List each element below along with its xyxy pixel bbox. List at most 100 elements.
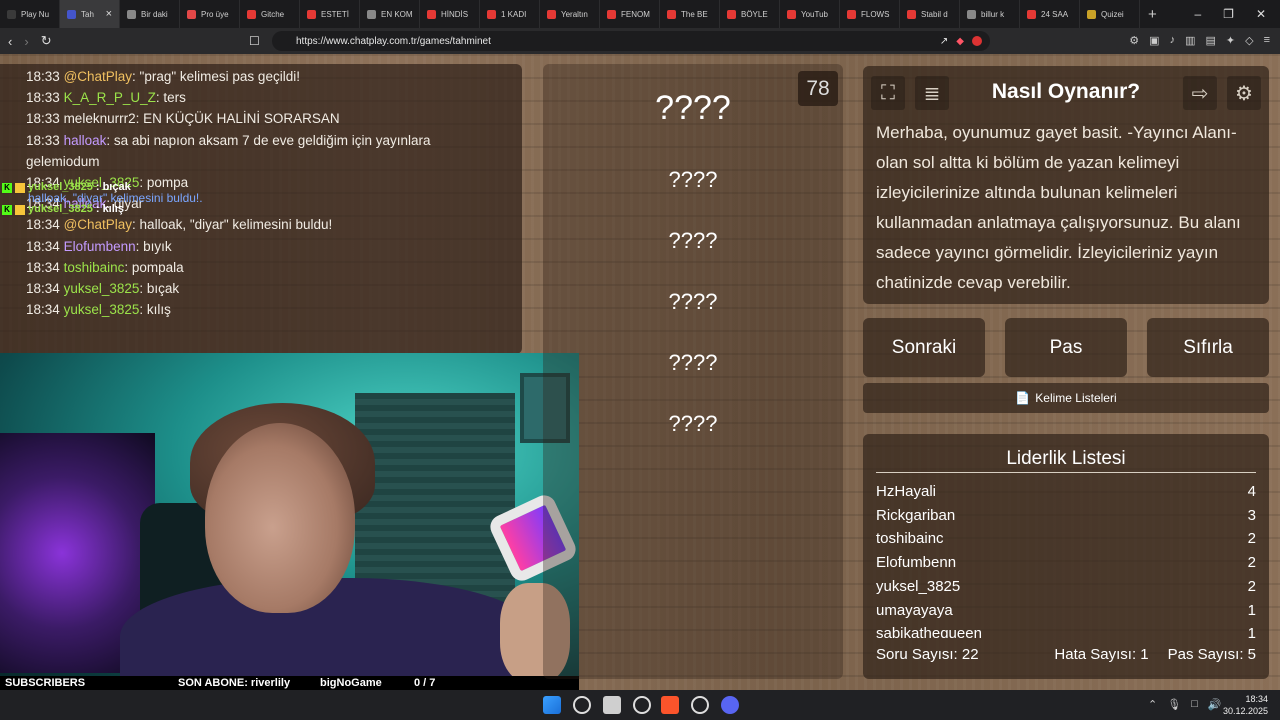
forbidden-word: ???? <box>668 228 718 253</box>
stream-info-bar: SUBSCRIBERS SON ABONE: riverlily bigNoGa… <box>0 676 579 690</box>
network-icon[interactable]: □ <box>1191 698 1198 711</box>
tab-label: FENOM <box>621 9 650 19</box>
tab-favicon-icon <box>7 9 16 19</box>
brave-icon[interactable] <box>661 696 679 714</box>
browser-tab[interactable]: EN KOM <box>360 0 420 28</box>
tab-label: Yeraltın <box>561 9 588 19</box>
browser-tab[interactable]: Bir daki <box>120 0 180 28</box>
settings-gear-icon[interactable]: ⚙ <box>1227 76 1261 110</box>
brave-shield-icon[interactable]: ◆ <box>956 36 964 47</box>
chat-username[interactable]: yuksel_3825 <box>64 281 140 296</box>
microphone-icon[interactable]: 🎙 <box>1167 698 1181 711</box>
browser-tab[interactable]: Stabil d <box>900 0 960 28</box>
forward-icon[interactable]: › <box>24 34 28 49</box>
minimize-icon[interactable]: – <box>1194 7 1201 21</box>
chat-message: 18:34 @ChatPlay: halloak, "diyar" kelime… <box>26 214 496 235</box>
media-icon[interactable]: ♪ <box>1170 34 1176 47</box>
browser-tab[interactable]: Play Nu <box>0 0 60 28</box>
tab-favicon-icon <box>1087 9 1096 19</box>
url-field[interactable]: https://www.chatplay.com.tr/games/tahmin… <box>272 31 990 51</box>
browser-tab[interactable]: Yeraltın <box>540 0 600 28</box>
browser-tab[interactable]: Gitche <box>240 0 300 28</box>
tab-favicon-icon <box>127 9 136 19</box>
bookmark-icon[interactable]: ☐ <box>249 34 260 48</box>
menu-icon[interactable]: ≡ <box>1264 34 1270 47</box>
forbidden-word: ???? <box>668 289 718 314</box>
how-to-play-text: Merhaba, oyunumuz gayet basit. -Yayıncı … <box>876 123 1241 292</box>
browser-tab[interactable]: billur k <box>960 0 1020 28</box>
search-icon[interactable] <box>573 696 591 714</box>
chat-username[interactable]: halloak <box>64 133 107 148</box>
share-icon[interactable]: ↗ <box>940 36 948 47</box>
chatgpt-icon[interactable] <box>633 696 651 714</box>
pass-button[interactable]: Pas <box>1005 318 1127 377</box>
tab-label: Quizei <box>1101 9 1124 19</box>
tab-label: EN KOM <box>381 9 413 19</box>
leaderboard-row: umayayaya 1 <box>876 599 1256 623</box>
chat-message: 18:33 K_A_R_P_U_Z: ters <box>26 87 496 108</box>
player-name: yuksel_3825 <box>876 577 961 595</box>
browser-tab[interactable]: BÖYLE <box>720 0 780 28</box>
close-window-icon[interactable]: ✕ <box>1256 7 1266 21</box>
face <box>205 423 355 613</box>
screenshot-icon[interactable]: ▣ <box>1149 34 1159 47</box>
reset-button[interactable]: Sıfırla <box>1147 318 1269 377</box>
chat-text: : "prag" kelimesi pas geçildi! <box>132 69 300 84</box>
rewards-icon[interactable] <box>972 35 982 46</box>
kick-icon: K <box>2 182 12 193</box>
discord-icon[interactable] <box>721 696 739 714</box>
chat-username[interactable]: @ChatPlay <box>64 69 132 84</box>
start-icon[interactable] <box>543 696 561 714</box>
player-score: 3 <box>1247 506 1256 524</box>
next-button[interactable]: Sonraki <box>863 318 985 377</box>
leo-icon[interactable]: ✦ <box>1226 34 1235 47</box>
chat-username[interactable]: yuksel_3825 <box>64 302 140 317</box>
browser-tab[interactable]: HİNDİS <box>420 0 480 28</box>
exit-icon[interactable]: ⇨ <box>1183 76 1217 110</box>
obs-icon[interactable] <box>691 696 709 714</box>
crown-icon <box>15 204 25 215</box>
browser-tab-bar: Play Nu Tah × Bir daki Pro üye Gitche ESTETİ EN… <box>0 0 1280 28</box>
chat-timestamp: 18:34 <box>26 217 60 233</box>
wallet-icon[interactable]: ▤ <box>1205 34 1215 47</box>
clock[interactable]: 18:34 30.12.2025 <box>1223 693 1268 717</box>
tab-favicon-icon <box>727 9 736 19</box>
browser-tab[interactable]: Pro üye <box>180 0 240 28</box>
browser-tab[interactable]: The BE <box>660 0 720 28</box>
tab-label: YouTub <box>801 9 828 19</box>
browser-tab[interactable]: Tah × <box>60 0 120 28</box>
chat-username[interactable]: meleknurrr2 <box>64 111 136 126</box>
browser-tab[interactable]: FENOM <box>600 0 660 28</box>
browser-tab[interactable]: FLOWS <box>840 0 900 28</box>
browser-tab[interactable]: YouTub <box>780 0 840 28</box>
browser-tab[interactable]: 24 SAA <box>1020 0 1080 28</box>
chat-username[interactable]: K_A_R_P_U_Z <box>64 90 156 105</box>
browser-toolbar: ‹ › ↻ ☐ https://www.chatplay.com.tr/game… <box>0 28 1280 54</box>
chat-username[interactable]: toshibainc <box>64 260 125 275</box>
browser-tab[interactable]: Quizei <box>1080 0 1140 28</box>
browser-tab[interactable]: 1 KADI <box>480 0 540 28</box>
chat-username[interactable]: @ChatPlay <box>64 217 132 232</box>
browser-tab[interactable]: ESTETİ <box>300 0 360 28</box>
chat-timestamp: 18:33 <box>26 132 60 148</box>
reload-icon[interactable]: ↻ <box>41 33 52 49</box>
word-lists-button[interactable]: 📄 Kelime Listeleri <box>863 383 1269 413</box>
extensions-icon[interactable]: ⚙ <box>1129 34 1139 47</box>
new-tab-button[interactable]: + <box>1140 6 1165 23</box>
chevron-up-icon[interactable]: ⌃ <box>1148 698 1157 711</box>
chat-username[interactable]: Elofumbenn <box>64 239 136 254</box>
player-score: 1 <box>1247 625 1256 638</box>
notes-icon[interactable]: ≣ <box>915 76 949 110</box>
leaderboard-list[interactable]: HzHayali 4 Rickgariban 3 toshibainc 2 Elofumbe… <box>876 480 1256 638</box>
task-view-icon[interactable] <box>603 696 621 714</box>
back-icon[interactable]: ‹ <box>8 34 12 49</box>
sidebar-icon[interactable]: ▥ <box>1185 34 1195 47</box>
player-score: 2 <box>1247 577 1256 595</box>
game-stats: Soru Sayısı: 22 Hata Sayısı: 1 Pas Sayıs… <box>876 646 1256 663</box>
restore-icon[interactable]: ❐ <box>1223 7 1234 21</box>
fullscreen-icon[interactable]: ⛶ <box>871 76 905 110</box>
close-tab-icon[interactable]: × <box>106 8 112 20</box>
volume-icon[interactable]: 🔊 <box>1208 698 1222 711</box>
vpn-icon[interactable]: ◇ <box>1245 34 1253 47</box>
chat-timestamp: 18:33 <box>26 69 60 84</box>
